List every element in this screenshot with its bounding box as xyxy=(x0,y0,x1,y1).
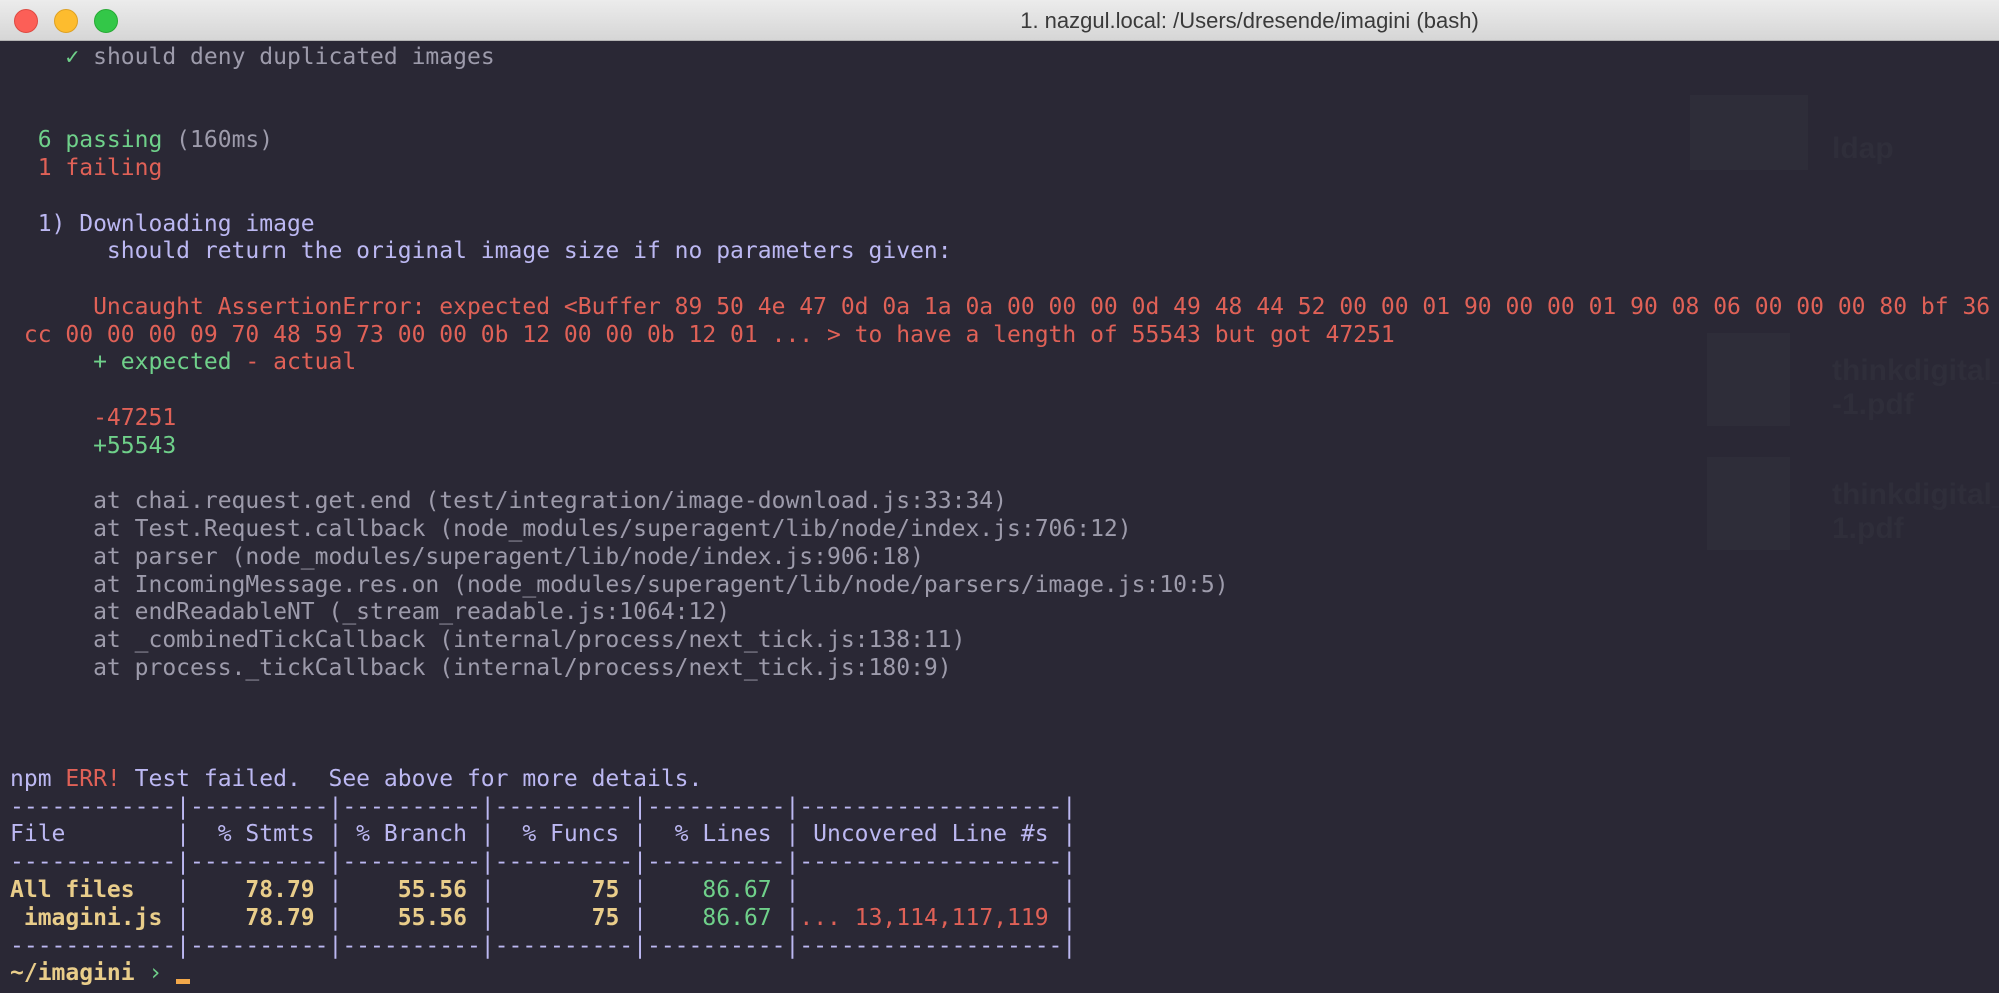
terminal-line: 6 passing (160ms) xyxy=(10,127,1999,155)
terminal-line: 1 failing xyxy=(10,155,1999,183)
coverage-table-row: All files | 78.79 | 55.56 | 75 | 86.67 |… xyxy=(10,877,1999,905)
terminal-text: should deny duplicated images xyxy=(79,44,495,70)
cursor xyxy=(176,979,191,985)
coverage-table-row: imagini.js | 78.79 | 55.56 | 75 | 86.67 … xyxy=(10,905,1999,933)
terminal-line: ✓ should deny duplicated images xyxy=(10,44,1999,72)
terminal-text: at process._tickCallback (internal/proce… xyxy=(10,654,952,681)
terminal-line: at process._tickCallback (internal/proce… xyxy=(10,655,1999,683)
terminal-text: - actual xyxy=(231,349,357,376)
terminal-line: 1) Downloading image xyxy=(10,211,1999,239)
shell-prompt[interactable]: ~/imagini › xyxy=(10,960,1999,988)
terminal-text: Test failed. See above for more details. xyxy=(120,765,703,792)
terminal-text: | xyxy=(466,904,495,931)
terminal-text: 55.56 xyxy=(342,876,467,903)
terminal-text: 78.79 xyxy=(190,876,315,903)
terminal-text: | xyxy=(466,876,495,903)
terminal-text: Uncaught AssertionError: expected <Buffe… xyxy=(10,293,1991,320)
terminal-text: 75 xyxy=(494,876,620,903)
terminal-text: ------------|----------|----------|-----… xyxy=(10,849,1077,876)
terminal-text: 55.56 xyxy=(342,904,467,931)
terminal-text: | xyxy=(314,904,343,931)
prompt-path: ~/imagini xyxy=(10,960,135,987)
terminal-text: | xyxy=(771,904,800,931)
terminal-line: + expected - actual xyxy=(10,349,1999,377)
terminal-text: 86.67 xyxy=(647,904,772,931)
coverage-table-row: File | % Stmts | % Branch | % Funcs | % … xyxy=(10,821,1999,849)
terminal-text: All files xyxy=(10,876,135,903)
terminal-text: at _combinedTickCallback (internal/proce… xyxy=(10,627,966,654)
terminal-text: ... 13,114,117,119 xyxy=(799,904,1049,931)
prompt-chevron-icon: › xyxy=(134,960,177,987)
terminal-line: should return the original image size if… xyxy=(10,238,1999,266)
terminal-line: cc 00 00 00 09 70 48 59 73 00 00 0b 12 0… xyxy=(10,322,1999,350)
terminal-line: at parser (node_modules/superagent/lib/n… xyxy=(10,544,1999,572)
terminal-text: cc 00 00 00 09 70 48 59 73 00 00 0b 12 0… xyxy=(10,321,1395,348)
coverage-table-row: ------------|----------|----------|-----… xyxy=(10,933,1999,961)
terminal-line: at IncomingMessage.res.on (node_modules/… xyxy=(10,572,1999,600)
terminal-text: at Test.Request.callback (node_modules/s… xyxy=(10,516,1132,543)
terminal-text: | xyxy=(162,904,191,931)
terminal-text: ------------|----------|----------|-----… xyxy=(10,932,1077,959)
coverage-table-row: ------------|----------|----------|-----… xyxy=(10,849,1999,877)
terminal-text: at parser (node_modules/superagent/lib/n… xyxy=(10,543,924,570)
terminal-text: | xyxy=(314,876,343,903)
terminal-text: 78.79 xyxy=(190,904,315,931)
terminal-text: ERR! xyxy=(65,765,121,792)
terminal-text: | xyxy=(619,904,648,931)
terminal-line: at endReadableNT (_stream_readable.js:10… xyxy=(10,599,1999,627)
window-title: 1. nazgul.local: /Users/dresende/imagini… xyxy=(1020,8,1479,33)
terminal-text: 86.67 xyxy=(647,876,772,903)
terminal-output[interactable]: ✓ should deny duplicated images 6 passin… xyxy=(10,44,1999,988)
terminal-text: imagini.js xyxy=(10,904,163,931)
terminal-text: (160ms) xyxy=(162,127,274,154)
terminal-line: npm ERR! Test failed. See above for more… xyxy=(10,766,1999,794)
terminal-text: | xyxy=(619,876,647,903)
terminal-line: +55543 xyxy=(10,433,1999,461)
terminal-line: at Test.Request.callback (node_modules/s… xyxy=(10,516,1999,544)
terminal-text: 75 xyxy=(494,904,620,931)
coverage-table-row: ------------|----------|----------|-----… xyxy=(10,794,1999,822)
terminal-text: 6 passing xyxy=(10,127,163,154)
terminal-text: File | % Stmts | % Branch | % Funcs | % … xyxy=(10,821,1077,848)
terminal-line: Uncaught AssertionError: expected <Buffe… xyxy=(10,294,1999,322)
terminal-text: should return the original image size if… xyxy=(10,238,952,265)
check-icon: ✓ xyxy=(65,44,80,70)
terminal-text: | xyxy=(1048,904,1077,931)
terminal-text: npm xyxy=(10,765,66,792)
terminal-text: ------------|----------|----------|-----… xyxy=(10,793,1077,820)
terminal-text: 1) Downloading image xyxy=(10,210,315,237)
terminal-line: at chai.request.get.end (test/integratio… xyxy=(10,488,1999,516)
terminal-text: -47251 xyxy=(10,404,177,431)
terminal-text: 1 failing xyxy=(10,155,163,182)
terminal-text: +55543 xyxy=(10,432,177,459)
terminal-text: at IncomingMessage.res.on (node_modules/… xyxy=(10,571,1229,598)
terminal-text: at chai.request.get.end (test/integratio… xyxy=(10,488,1007,515)
terminal-text: + expected xyxy=(10,349,232,376)
terminal-line: at _combinedTickCallback (internal/proce… xyxy=(10,627,1999,655)
terminal-text: | xyxy=(134,876,191,903)
terminal-line: -47251 xyxy=(10,405,1999,433)
terminal-text: | | xyxy=(771,876,1077,903)
window-titlebar: 1. nazgul.local: /Users/dresende/imagini… xyxy=(0,0,1999,41)
terminal-text: at endReadableNT (_stream_readable.js:10… xyxy=(10,599,731,626)
